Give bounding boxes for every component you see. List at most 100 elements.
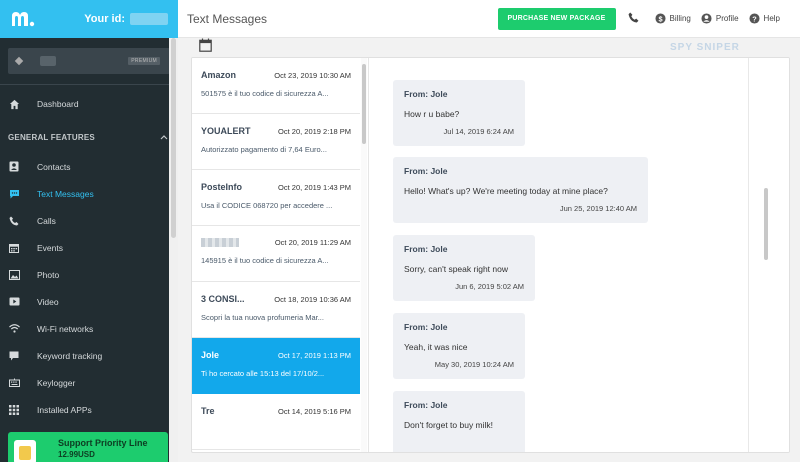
sidebar-item-label: Keyword tracking [37, 350, 103, 361]
sidebar-item-photo[interactable]: Photo [0, 261, 178, 288]
thread-row-posteinfo[interactable]: PosteInfo Oct 20, 2019 1:43 PM Usa il COD… [192, 170, 360, 226]
sidebar-item-label: Wi-Fi networks [37, 323, 94, 334]
thread-sender: Tre [201, 406, 215, 416]
section-title: GENERAL FEATURES [8, 132, 95, 142]
sidebar-item-contacts[interactable]: Contacts [0, 153, 178, 180]
section-general-features[interactable]: GENERAL FEATURES [0, 121, 178, 153]
message-area: From: Jole How r u babe? Jul 14, 2019 6:… [369, 58, 749, 452]
message-bubble: From: Jole Yeah, it was nice May 30, 201… [393, 313, 525, 379]
thread-row-tre[interactable]: Tre Oct 14, 2019 5:16 PM [192, 394, 360, 450]
top-bar: Text Messages PURCHASE NEW PACKAGE $ Bil… [178, 0, 800, 38]
message-sender: From: Jole [404, 244, 448, 254]
wifi-icon [8, 323, 20, 335]
thread-date: Oct 20, 2019 2:18 PM [278, 126, 351, 136]
billing-link[interactable]: $ Billing [654, 13, 691, 24]
message-text: Don't forget to buy milk! [404, 420, 494, 430]
sidebar-item-label: Text Messages [37, 188, 94, 199]
sidebar-item-installed-apps[interactable]: Installed APPs [0, 396, 178, 423]
sidebar-divider [0, 84, 178, 85]
thread-date: Oct 20, 2019 11:29 AM [274, 238, 351, 247]
sidebar-item-wifi-networks[interactable]: Wi-Fi networks [0, 315, 178, 342]
sidebar-header: Your id: [0, 0, 178, 38]
call-button[interactable] [628, 12, 643, 25]
message-time: Jun 25, 2019 12:40 AM [559, 204, 637, 213]
profile-link[interactable]: Profile [701, 13, 739, 24]
dollar-icon: $ [654, 13, 666, 24]
thread-row-jole[interactable]: Jole Oct 17, 2019 1:13 PM Ti ho cercato a… [192, 338, 360, 394]
messages-panel: Amazon Oct 23, 2019 10:30 AM 501575 è il … [191, 57, 790, 453]
sidebar-item-events[interactable]: Events [0, 234, 178, 261]
thread-snippet: Ti ho cercato alle 15:13 del 17/10/2... [201, 369, 325, 378]
profile-label: Profile [715, 14, 739, 23]
help-link[interactable]: ? Help [749, 13, 780, 24]
sidebar-item-video[interactable]: Video [0, 288, 178, 315]
device-icon [14, 56, 24, 66]
phone-icon [8, 215, 20, 227]
message-time: Jul 14, 2019 6:24 AM [443, 127, 514, 136]
sidebar-item-label: Calls [37, 215, 56, 226]
message-icon [8, 188, 20, 200]
conversation-scrollbar[interactable] [764, 188, 768, 260]
support-phone-icon [14, 440, 36, 462]
svg-text:$: $ [658, 14, 662, 23]
thread-date: Oct 23, 2019 10:30 AM [274, 70, 351, 80]
thread-list-scrollbar[interactable] [361, 58, 367, 452]
keyboard-icon [8, 377, 20, 389]
premium-badge: PREMIUM [128, 57, 160, 65]
page-title: Text Messages [187, 11, 268, 26]
home-icon [8, 98, 20, 110]
user-id-label: Your id: [84, 13, 125, 25]
sidebar-item-label: Installed APPs [37, 404, 92, 415]
message-bubble: From: Jole Hello! What's up? We're meeti… [393, 157, 648, 223]
thread-row-amazon[interactable]: Amazon Oct 23, 2019 10:30 AM 501575 è il … [192, 58, 360, 114]
sidebar-item-keyword-tracking[interactable]: Keyword tracking [0, 342, 178, 369]
sidebar-item-keylogger[interactable]: Keylogger [0, 369, 178, 396]
account-name-redacted [40, 56, 56, 66]
svg-text:?: ? [752, 14, 757, 23]
scrollbar-thumb[interactable] [362, 64, 366, 144]
mspy-logo[interactable] [10, 10, 36, 28]
date-filter-calendar-icon[interactable] [199, 38, 212, 52]
support-priority-banner[interactable]: Support Priority Line 12.99USD [8, 432, 168, 462]
sidebar-item-label: Dashboard [37, 99, 79, 109]
thread-row-3-consi[interactable]: 3 CONSI... Oct 18, 2019 10:36 AM Scopri l… [192, 282, 360, 338]
apps-icon [8, 404, 20, 416]
thread-row-youalert[interactable]: YOUALERT Oct 20, 2019 2:18 PM Autorizzato… [192, 114, 360, 170]
sidebar-item-calls[interactable]: Calls [0, 207, 178, 234]
sidebar-scrollbar[interactable] [171, 38, 176, 238]
sidebar-item-dashboard[interactable]: Dashboard [0, 87, 178, 121]
message-time: May 30, 2019 10:24 AM [434, 360, 514, 369]
account-selector[interactable]: PREMIUM [8, 48, 170, 74]
thread-list: Amazon Oct 23, 2019 10:30 AM 501575 è il … [192, 58, 360, 452]
message-text: How r u babe? [404, 109, 460, 119]
thread-snippet: 145915 è il tuo codice di sicurezza A... [201, 256, 329, 265]
thread-row-redacted[interactable]: Oct 20, 2019 11:29 AM 145915 è il tuo co… [192, 226, 360, 282]
sidebar: Your id: PREMIUM Dashboard GENERAL FEATU… [0, 0, 178, 462]
message-bubble: From: Jole How r u babe? Jul 14, 2019 6:… [393, 80, 525, 146]
contacts-icon [8, 161, 20, 173]
conversation-view: From: Jole How r u babe? Jul 14, 2019 6:… [368, 58, 789, 452]
message-bubble: From: Jole Don't forget to buy milk! [393, 391, 525, 452]
message-sender: From: Jole [404, 400, 448, 410]
message-sender: From: Jole [404, 89, 448, 99]
support-price: 12.99USD [58, 450, 95, 459]
sidebar-item-text-messages[interactable]: Text Messages [0, 180, 178, 207]
billing-label: Billing [669, 14, 691, 23]
photo-icon [8, 269, 20, 281]
support-title: Support Priority Line [58, 438, 148, 448]
thread-sender-redacted [201, 238, 239, 247]
sidebar-item-label: Video [37, 296, 59, 307]
sidebar-item-label: Events [37, 242, 63, 253]
video-icon [8, 296, 20, 308]
thread-snippet: Usa il CODICE 068720 per accedere ... [201, 201, 333, 210]
message-sender: From: Jole [404, 166, 448, 176]
keyword-icon [8, 350, 20, 362]
user-icon [701, 13, 712, 24]
thread-sender: 3 CONSI... [201, 294, 245, 304]
chevron-up-icon [160, 133, 168, 142]
thread-sender: YOUALERT [201, 126, 251, 136]
purchase-package-button[interactable]: PURCHASE NEW PACKAGE [497, 7, 616, 30]
thread-date: Oct 18, 2019 10:36 AM [274, 294, 351, 304]
message-text: Hello! What's up? We're meeting today at… [404, 186, 608, 196]
sidebar-item-label: Photo [37, 269, 60, 280]
